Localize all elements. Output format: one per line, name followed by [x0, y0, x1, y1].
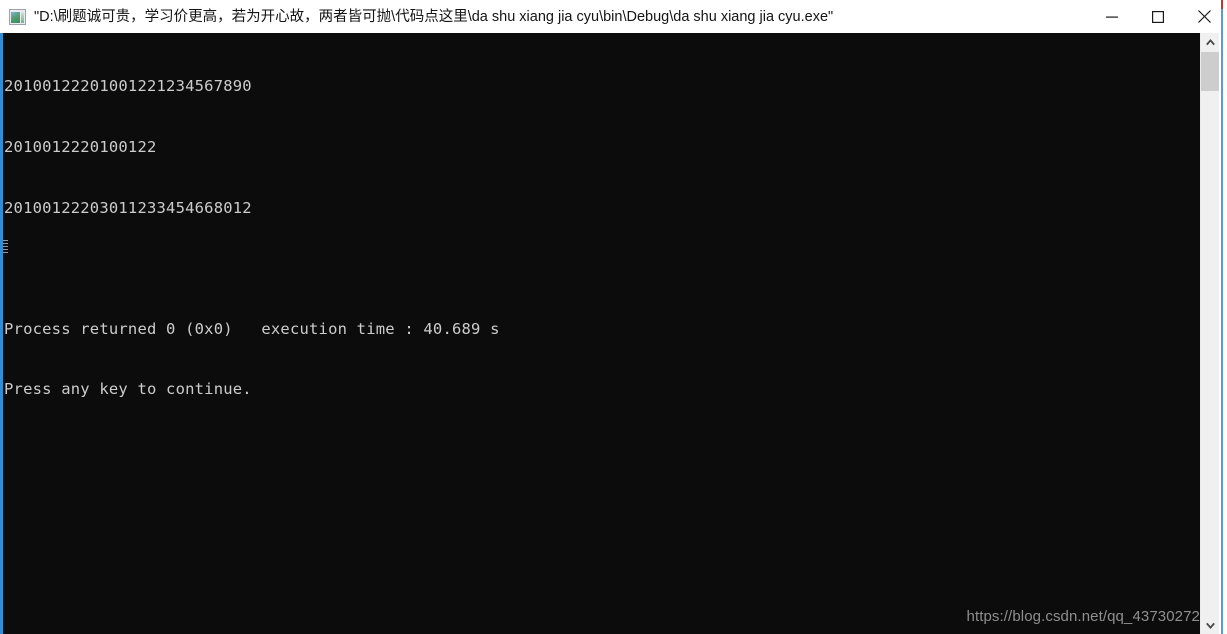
- console-line-1: 20100122201001221234567890: [4, 77, 252, 96]
- scroll-down-arrow[interactable]: [1201, 616, 1219, 634]
- minimize-button[interactable]: [1089, 0, 1135, 33]
- console-app-icon: [9, 8, 26, 25]
- chevron-up-icon: [1205, 33, 1215, 51]
- window-left-edge: [0, 33, 3, 634]
- right-edge-red-tip: [1221, 0, 1223, 9]
- right-edge-blue-line: [1221, 0, 1223, 634]
- close-icon: [1197, 10, 1211, 23]
- window-controls: [1089, 0, 1227, 33]
- console-window: "D:\刷题诚可贵，学习价更高，若为开心故，两者皆可抛\代码点这里\da shu…: [0, 0, 1227, 634]
- console-line-3: 20100122203011233454668012: [4, 198, 252, 217]
- maximize-icon: [1152, 10, 1164, 23]
- chevron-down-icon: [1205, 616, 1215, 634]
- console-line-2: 2010012220100122: [4, 138, 157, 156]
- title-bar[interactable]: "D:\刷题诚可贵，学习价更高，若为开心故，两者皆可抛\代码点这里\da shu…: [0, 0, 1227, 33]
- console-process-returned-line: Process returned 0 (0x0) execution time …: [4, 319, 500, 338]
- scrollbar-thumb[interactable]: [1201, 52, 1219, 91]
- console-text-block: 20100122201001221234567890 2010012220100…: [4, 36, 1184, 440]
- console-output-area[interactable]: 20100122201001221234567890 2010012220100…: [0, 33, 1227, 634]
- window-right-edge: [1219, 0, 1227, 634]
- vertical-scrollbar[interactable]: [1200, 33, 1219, 634]
- maximize-button[interactable]: [1135, 0, 1181, 33]
- console-app-icon-side: [21, 11, 24, 23]
- scroll-up-arrow[interactable]: [1201, 33, 1219, 51]
- window-title: "D:\刷题诚可贵，学习价更高，若为开心故，两者皆可抛\代码点这里\da shu…: [34, 8, 834, 25]
- console-app-icon-inner: [11, 11, 20, 23]
- watermark-text: https://blog.csdn.net/qq_43730272: [966, 608, 1200, 625]
- console-press-any-key-line: Press any key to continue.: [4, 380, 252, 399]
- minimize-icon: [1106, 11, 1118, 23]
